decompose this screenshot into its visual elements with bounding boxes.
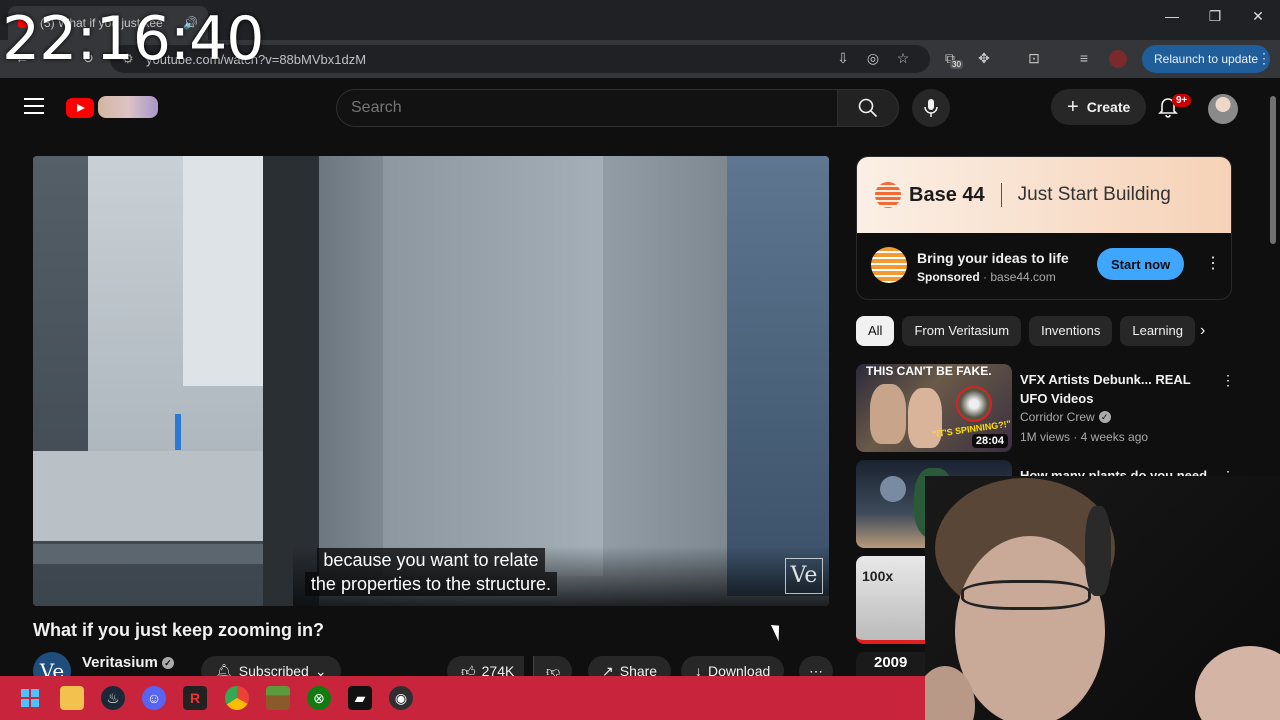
ad-sponsored-line: Sponsored · base44.com — [917, 270, 1056, 284]
notifications-badge: 9+ — [1172, 94, 1192, 107]
r-app-icon[interactable]: R — [183, 686, 207, 710]
channel-watermark[interactable]: Ve — [785, 558, 823, 594]
video-frame-mid-light — [383, 156, 603, 576]
channel-name[interactable]: Corridor Crew ✓ — [1020, 410, 1111, 424]
discord-icon[interactable]: ☺ — [142, 686, 166, 710]
scrollbar-thumb[interactable] — [1270, 96, 1276, 244]
mouse-cursor-icon — [771, 622, 785, 642]
sponsored-label: Sponsored — [917, 270, 980, 284]
video-frame-dark — [263, 156, 319, 606]
youtube-header: + Create 9+ — [0, 78, 1280, 136]
base44-logo-icon — [875, 182, 901, 208]
minecraft-icon[interactable] — [266, 686, 290, 710]
browser-menu-icon[interactable]: ⋮ — [1257, 50, 1271, 67]
chip-all[interactable]: All — [856, 316, 895, 346]
microphone-icon — [924, 99, 938, 117]
file-explorer-icon[interactable] — [60, 686, 84, 710]
video-frame-sheet — [183, 156, 263, 386]
duration-badge: 28:04 — [971, 434, 1008, 448]
verified-icon: ✓ — [161, 657, 174, 669]
webcam-overlay — [925, 476, 1280, 720]
chrome-icon[interactable] — [225, 686, 249, 710]
webcam-face — [955, 536, 1105, 720]
video-title[interactable]: VFX Artists Debunk... REAL UFO Videos — [1020, 370, 1210, 408]
more-vertical-icon[interactable]: ⋮ — [1221, 372, 1235, 389]
chevron-right-icon[interactable]: › — [1200, 322, 1205, 340]
ad-tagline: Just Start Building — [1017, 184, 1171, 205]
video-player[interactable]: because you want to relate the propertie… — [33, 156, 829, 606]
extension-badge-icon[interactable]: ⧉ 30 — [940, 50, 963, 69]
ad-divider — [1000, 183, 1002, 207]
filter-chips: All From Veritasium Inventions Learning — [856, 316, 1196, 346]
eye-off-icon[interactable]: ◎ — [863, 50, 883, 67]
thumbnail-text: 2009 — [874, 654, 908, 671]
voice-search-button[interactable] — [912, 89, 950, 127]
relaunch-to-update-button[interactable]: Relaunch to update — [1142, 45, 1271, 73]
channel-name-text: Corridor Crew — [1020, 410, 1095, 424]
channel-name[interactable]: Veritasium ✓ — [82, 654, 174, 671]
webcam-headphone — [1085, 506, 1111, 596]
tab-search-icon[interactable]: ⊡ — [1024, 50, 1044, 67]
maximize-button[interactable]: ❐ — [1195, 8, 1235, 25]
thumbnail-ufo — [956, 386, 992, 422]
obs-icon[interactable]: ◉ — [389, 686, 413, 710]
chip-from-veritasium[interactable]: From Veritasium — [902, 316, 1022, 346]
search-button[interactable] — [837, 89, 899, 127]
ad-banner[interactable]: Base 44 Just Start Building — [857, 157, 1231, 233]
thumbnail-face — [908, 388, 942, 448]
sidebar-ad[interactable]: Base 44 Just Start Building Bring your i… — [856, 156, 1232, 300]
create-button[interactable]: + Create — [1051, 89, 1147, 125]
page-scrollbar[interactable] — [1268, 86, 1278, 246]
install-app-icon[interactable]: ⇩ — [833, 50, 853, 67]
search-icon — [858, 98, 878, 118]
video-frame-blue — [175, 414, 181, 450]
minimize-button[interactable]: — — [1152, 8, 1192, 24]
xbox-icon[interactable]: ⊗ — [307, 686, 331, 710]
webcam-glasses — [961, 580, 1091, 610]
search-input[interactable] — [336, 89, 838, 127]
ad-brand: Base 44 — [909, 183, 985, 206]
extensions-puzzle-icon[interactable]: ✥ — [974, 50, 994, 67]
taskbar: ♨ ☺ R ⊗ ▰ ◉ — [0, 676, 925, 720]
video-meta: 1M views · 4 weeks ago — [1020, 430, 1149, 444]
bookmark-star-icon[interactable]: ☆ — [893, 50, 913, 67]
create-label: Create — [1086, 99, 1131, 115]
youtube-play-icon — [66, 98, 94, 118]
video-thumbnail[interactable]: THIS CAN'T BE FAKE. "IT'S SPINNING?!" 28… — [856, 364, 1012, 452]
close-window-button[interactable]: ✕ — [1238, 8, 1278, 25]
ad-cta-button[interactable]: Start now — [1097, 248, 1185, 280]
ad-advertiser-icon — [871, 247, 907, 283]
channel-name-text: Veritasium — [82, 654, 158, 671]
windows-icon[interactable] — [18, 686, 42, 710]
thumbnail-text: THIS CAN'T BE FAKE. — [866, 364, 992, 378]
youtube-doodle — [98, 96, 158, 118]
verified-icon: ✓ — [1098, 411, 1111, 423]
caption-line: the properties to the structure. — [304, 572, 558, 596]
list-item[interactable]: THIS CAN'T BE FAKE. "IT'S SPINNING?!" 28… — [856, 364, 1236, 454]
reading-list-icon[interactable]: ≡ — [1074, 50, 1094, 66]
video-frame-lower — [33, 451, 263, 541]
ad-title: Bring your ideas to life — [917, 250, 1069, 266]
windows-logo-icon — [21, 689, 39, 707]
steam-icon[interactable]: ♨ — [101, 686, 125, 710]
chip-learning[interactable]: Learning — [1120, 316, 1195, 346]
video-frame-right — [727, 156, 829, 596]
chip-inventions[interactable]: Inventions — [1029, 316, 1113, 346]
thumbnail-text: 100x — [862, 568, 894, 584]
ad-more-icon[interactable]: ⋮ — [1205, 253, 1221, 273]
ad-domain: base44.com — [990, 270, 1056, 284]
plus-icon: + — [1067, 95, 1079, 118]
video-title: What if you just keep zooming in? — [33, 620, 324, 640]
captions: because you want to relate the propertie… — [33, 548, 829, 596]
clock-overlay: 22:16:40 — [2, 4, 264, 74]
terminal-icon[interactable]: ▰ — [348, 686, 372, 710]
account-avatar[interactable] — [1208, 94, 1238, 124]
profile-avatar-icon[interactable] — [1108, 50, 1128, 71]
hamburger-menu-icon[interactable] — [24, 98, 44, 114]
caption-line: because you want to relate — [317, 548, 545, 572]
thumbnail-face — [870, 384, 906, 444]
youtube-logo[interactable] — [66, 96, 158, 118]
extension-badge-count: 30 — [950, 60, 963, 69]
thumbnail-planet — [880, 476, 906, 502]
